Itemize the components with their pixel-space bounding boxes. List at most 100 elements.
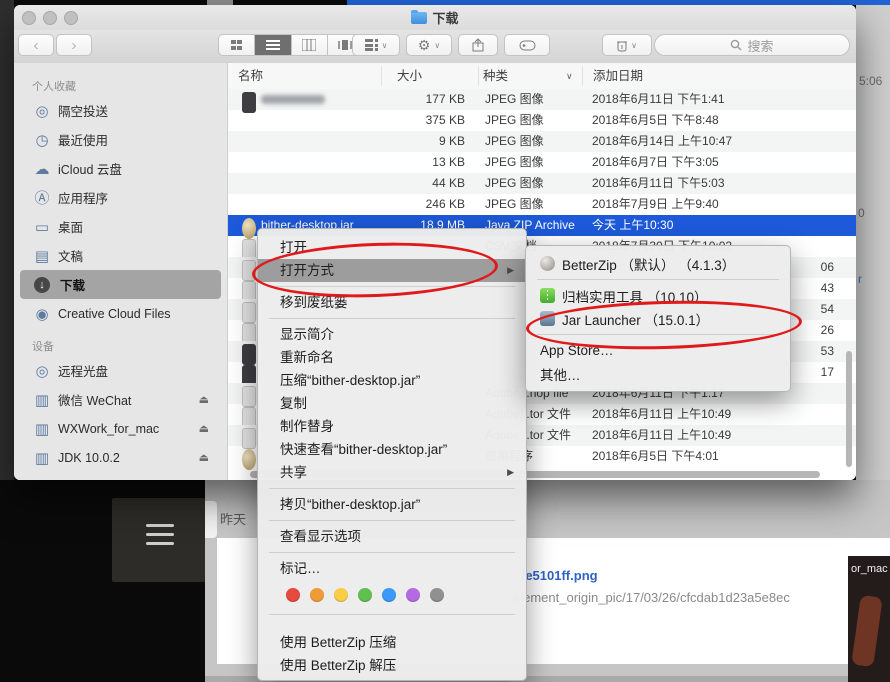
- column-divider[interactable]: [582, 66, 583, 86]
- sidebar-item[interactable]: ↓ 下载: [20, 270, 221, 299]
- context-menu-item[interactable]: [258, 610, 526, 619]
- context-menu-item[interactable]: 压缩“bither-desktop.jar”: [258, 369, 526, 392]
- context-menu-item[interactable]: [258, 314, 526, 323]
- vertical-scrollbar[interactable]: [846, 351, 852, 467]
- context-menu-item[interactable]: 快速查看“bither-desktop.jar”: [258, 438, 526, 461]
- eject-icon[interactable]: ⏏: [199, 393, 209, 406]
- sidebar-item[interactable]: ◉ Creative Cloud Files: [20, 299, 221, 328]
- column-header[interactable]: 大小: [397, 63, 422, 89]
- file-row[interactable]: 246 KB JPEG 图像 2018年7月9日 上午9:40: [228, 194, 856, 215]
- menu-item-label: 查看显示选项: [280, 529, 361, 544]
- file-row[interactable]: 375 KB JPEG 图像 2018年6月5日 下午8:48: [228, 110, 856, 131]
- group-by-button[interactable]: ∨: [352, 34, 400, 56]
- context-menu-item[interactable]: [258, 484, 526, 493]
- column-view-button[interactable]: [292, 35, 328, 55]
- close-button[interactable]: [22, 11, 36, 25]
- sidebar-item[interactable]: ▤ 文稿: [20, 241, 221, 270]
- context-menu-item[interactable]: [258, 516, 526, 525]
- tag-color-dot[interactable]: [334, 588, 348, 602]
- context-menu-bottom-items: 使用 BetterZip 压缩 使用 BetterZip 解压: [258, 610, 526, 677]
- menu-item-label: 移到废纸篓: [280, 295, 348, 310]
- menu-item-label: 复制: [280, 396, 307, 411]
- context-menu-item[interactable]: 查看显示选项: [258, 525, 526, 548]
- background-file-link[interactable]: fe5101ff.png: [521, 568, 598, 583]
- eject-icon[interactable]: ⏏: [199, 422, 209, 435]
- sidebar-item[interactable]: ◷ 最近使用: [20, 125, 221, 154]
- sidebar-item-label: Creative Cloud Files: [58, 307, 171, 321]
- tag-color-dot[interactable]: [358, 588, 372, 602]
- file-row[interactable]: 177 KB JPEG 图像 2018年6月11日 下午1:41: [228, 89, 856, 110]
- sidebar-item[interactable]: Ⓐ 应用程序: [20, 183, 221, 212]
- sidebar-devices-list: ◎ 远程光盘 ▥ 微信 WeChat ⏏ ▥ WXWork_for_mac ⏏: [14, 356, 227, 472]
- column-header[interactable]: 种类: [483, 63, 508, 89]
- share-button[interactable]: [458, 34, 498, 56]
- file-date-fragment: [776, 194, 834, 215]
- sidebar-item[interactable]: ◎ 隔空投送: [20, 96, 221, 125]
- sidebar-item[interactable]: ◎ 远程光盘: [20, 356, 221, 385]
- context-menu-item[interactable]: 使用 BetterZip 压缩: [258, 631, 526, 654]
- tag-color-dot[interactable]: [286, 588, 300, 602]
- file-kind: JPEG 图像: [485, 152, 544, 173]
- file-row[interactable]: 9 KB JPEG 图像 2018年6月14日 上午10:47: [228, 131, 856, 152]
- context-menu-item[interactable]: [258, 548, 526, 557]
- icon-view-button[interactable]: [219, 35, 255, 55]
- tag-color-dot[interactable]: [310, 588, 324, 602]
- action-menu-button[interactable]: ⚙ ∨: [406, 34, 452, 56]
- context-menu-item[interactable]: 标记…: [258, 557, 526, 580]
- eject-icon[interactable]: ⏏: [199, 451, 209, 464]
- tags-button[interactable]: [504, 34, 550, 56]
- minimize-button[interactable]: [43, 11, 57, 25]
- file-date-added: 2018年7月9日 上午9:40: [592, 194, 719, 215]
- submenu-item[interactable]: [526, 275, 790, 284]
- search-input[interactable]: 搜索: [654, 34, 850, 56]
- context-menu-item[interactable]: 共享: [258, 461, 526, 484]
- context-menu-item[interactable]: 拷贝“bither-desktop.jar”: [258, 493, 526, 516]
- tag-color-dot[interactable]: [382, 588, 396, 602]
- column-header[interactable]: 添加日期: [593, 63, 643, 89]
- tag-color-dot[interactable]: [406, 588, 420, 602]
- column-view-icon: [302, 39, 316, 51]
- trash-action-button[interactable]: ∨: [602, 34, 652, 56]
- titlebar[interactable]: 下载: [14, 5, 856, 31]
- folder-icon: [411, 12, 427, 24]
- context-menu-item[interactable]: 重新命名: [258, 346, 526, 369]
- file-date-fragment: [776, 110, 834, 131]
- forward-button[interactable]: ›: [56, 34, 92, 56]
- context-menu-item[interactable]: 显示简介: [258, 323, 526, 346]
- file-date-fragment: [776, 173, 834, 194]
- sidebar-item[interactable]: ▥ JDK 10.0.2 ⏏: [20, 443, 221, 472]
- menu-item-label: 压缩“bither-desktop.jar”: [280, 373, 420, 388]
- tag-color-dot[interactable]: [430, 588, 444, 602]
- back-button[interactable]: ‹: [18, 34, 54, 56]
- zoom-button[interactable]: [64, 11, 78, 25]
- sidebar-item[interactable]: ▥ WXWork_for_mac ⏏: [20, 414, 221, 443]
- sidebar-favorites-list: ◎ 隔空投送 ◷ 最近使用 ☁ iCloud 云盘: [14, 96, 227, 328]
- column-divider[interactable]: [381, 66, 382, 86]
- list-view-button[interactable]: [255, 35, 291, 55]
- sidebar-item[interactable]: ▭ 桌面: [20, 212, 221, 241]
- sidebar-item-label: JDK 10.0.2: [58, 451, 120, 465]
- screen: 5:06 0 r 昨天 fe5101ff.png element_origin_…: [0, 0, 890, 682]
- file-row[interactable]: 44 KB JPEG 图像 2018年6月11日 下午5:03: [228, 173, 856, 194]
- file-size: 246 KB: [368, 194, 465, 215]
- context-menu-item[interactable]: 使用 BetterZip 解压: [258, 654, 526, 677]
- file-row[interactable]: 13 KB JPEG 图像 2018年6月7日 下午3:05: [228, 152, 856, 173]
- sidebar: 个人收藏 ◎ 隔空投送 ◷ 最近使用: [14, 63, 228, 480]
- submenu-item[interactable]: BetterZip （默认） （4.1.3）: [526, 252, 790, 275]
- column-divider[interactable]: [478, 66, 479, 86]
- context-menu-item[interactable]: 制作替身: [258, 415, 526, 438]
- sidebar-item[interactable]: ☁ iCloud 云盘: [20, 154, 221, 183]
- context-menu-item[interactable]: 复制: [258, 392, 526, 415]
- menu-item-label: 制作替身: [280, 419, 334, 434]
- file-kind: JPEG 图像: [485, 173, 544, 194]
- submenu-item-label: 其他…: [540, 364, 581, 384]
- sidebar-item[interactable]: ▥ 微信 WeChat ⏏: [20, 385, 221, 414]
- gear-icon: ⚙: [418, 37, 431, 54]
- menu-item-label: 拷贝“bither-desktop.jar”: [280, 497, 420, 512]
- submenu-item[interactable]: 其他…: [526, 362, 790, 385]
- menu-item-label: 快速查看“bither-desktop.jar”: [280, 442, 447, 457]
- column-header[interactable]: 名称: [238, 63, 263, 89]
- file-date-fragment: [776, 215, 834, 236]
- sort-chevron-icon[interactable]: ∨: [566, 63, 573, 89]
- menu-item-label: 使用 BetterZip 压缩: [280, 635, 396, 650]
